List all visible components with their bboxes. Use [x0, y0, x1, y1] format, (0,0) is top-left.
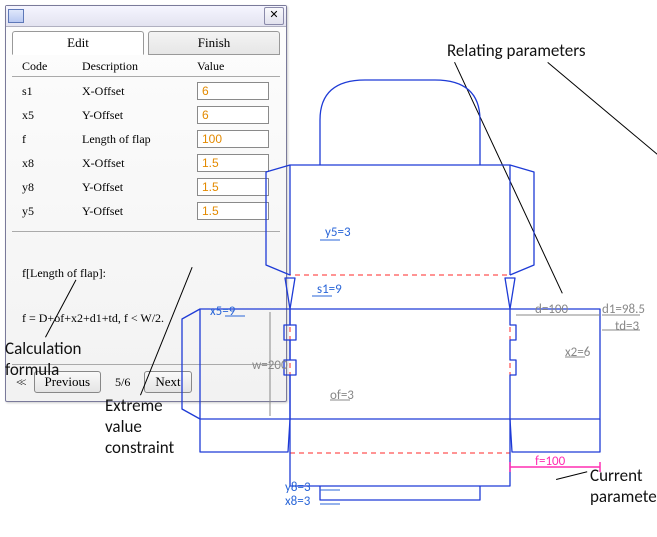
close-button[interactable]: ✕ — [264, 7, 284, 25]
page-count: 5/6 — [115, 375, 130, 390]
annotation-calc: Calculation formula — [5, 338, 81, 380]
dim-f: f=100 — [535, 454, 565, 469]
header-code: Code — [22, 59, 82, 74]
dim-y5: y5=3 — [325, 225, 351, 240]
dim-d: d=100 — [535, 302, 568, 317]
window-icon — [8, 9, 24, 23]
dim-s1: s1=9 — [317, 282, 342, 297]
dim-d1: d1=98.5 — [602, 302, 645, 317]
tab-finish[interactable]: Finish — [148, 31, 280, 55]
tab-edit[interactable]: Edit — [12, 31, 144, 55]
row-code: s1 — [16, 84, 82, 99]
dim-x8: x8=3 — [285, 494, 310, 509]
row-code: f — [16, 132, 82, 147]
annotation-extreme: Extreme value constraint — [105, 395, 174, 458]
dim-w: w=200 — [252, 358, 288, 373]
row-code: x5 — [16, 108, 82, 123]
row-code: y5 — [16, 204, 82, 219]
tab-bar: Edit Finish — [12, 31, 280, 55]
row-code: y8 — [16, 180, 82, 195]
row-code: x8 — [16, 156, 82, 171]
box-drawing: y5=3 s1=9 x5=9 d=100 d1=98.5 td=3 w=200 … — [170, 60, 650, 530]
dim-of: of=3 — [330, 388, 354, 403]
annotation-relating: Relating parameters — [447, 40, 586, 61]
titlebar[interactable]: ✕ — [6, 6, 286, 27]
dim-td: td=3 — [615, 319, 639, 334]
dim-y8: y8=3 — [285, 480, 311, 495]
dim-x5: x5=9 — [210, 304, 235, 319]
dim-x2: x2=6 — [565, 345, 590, 360]
